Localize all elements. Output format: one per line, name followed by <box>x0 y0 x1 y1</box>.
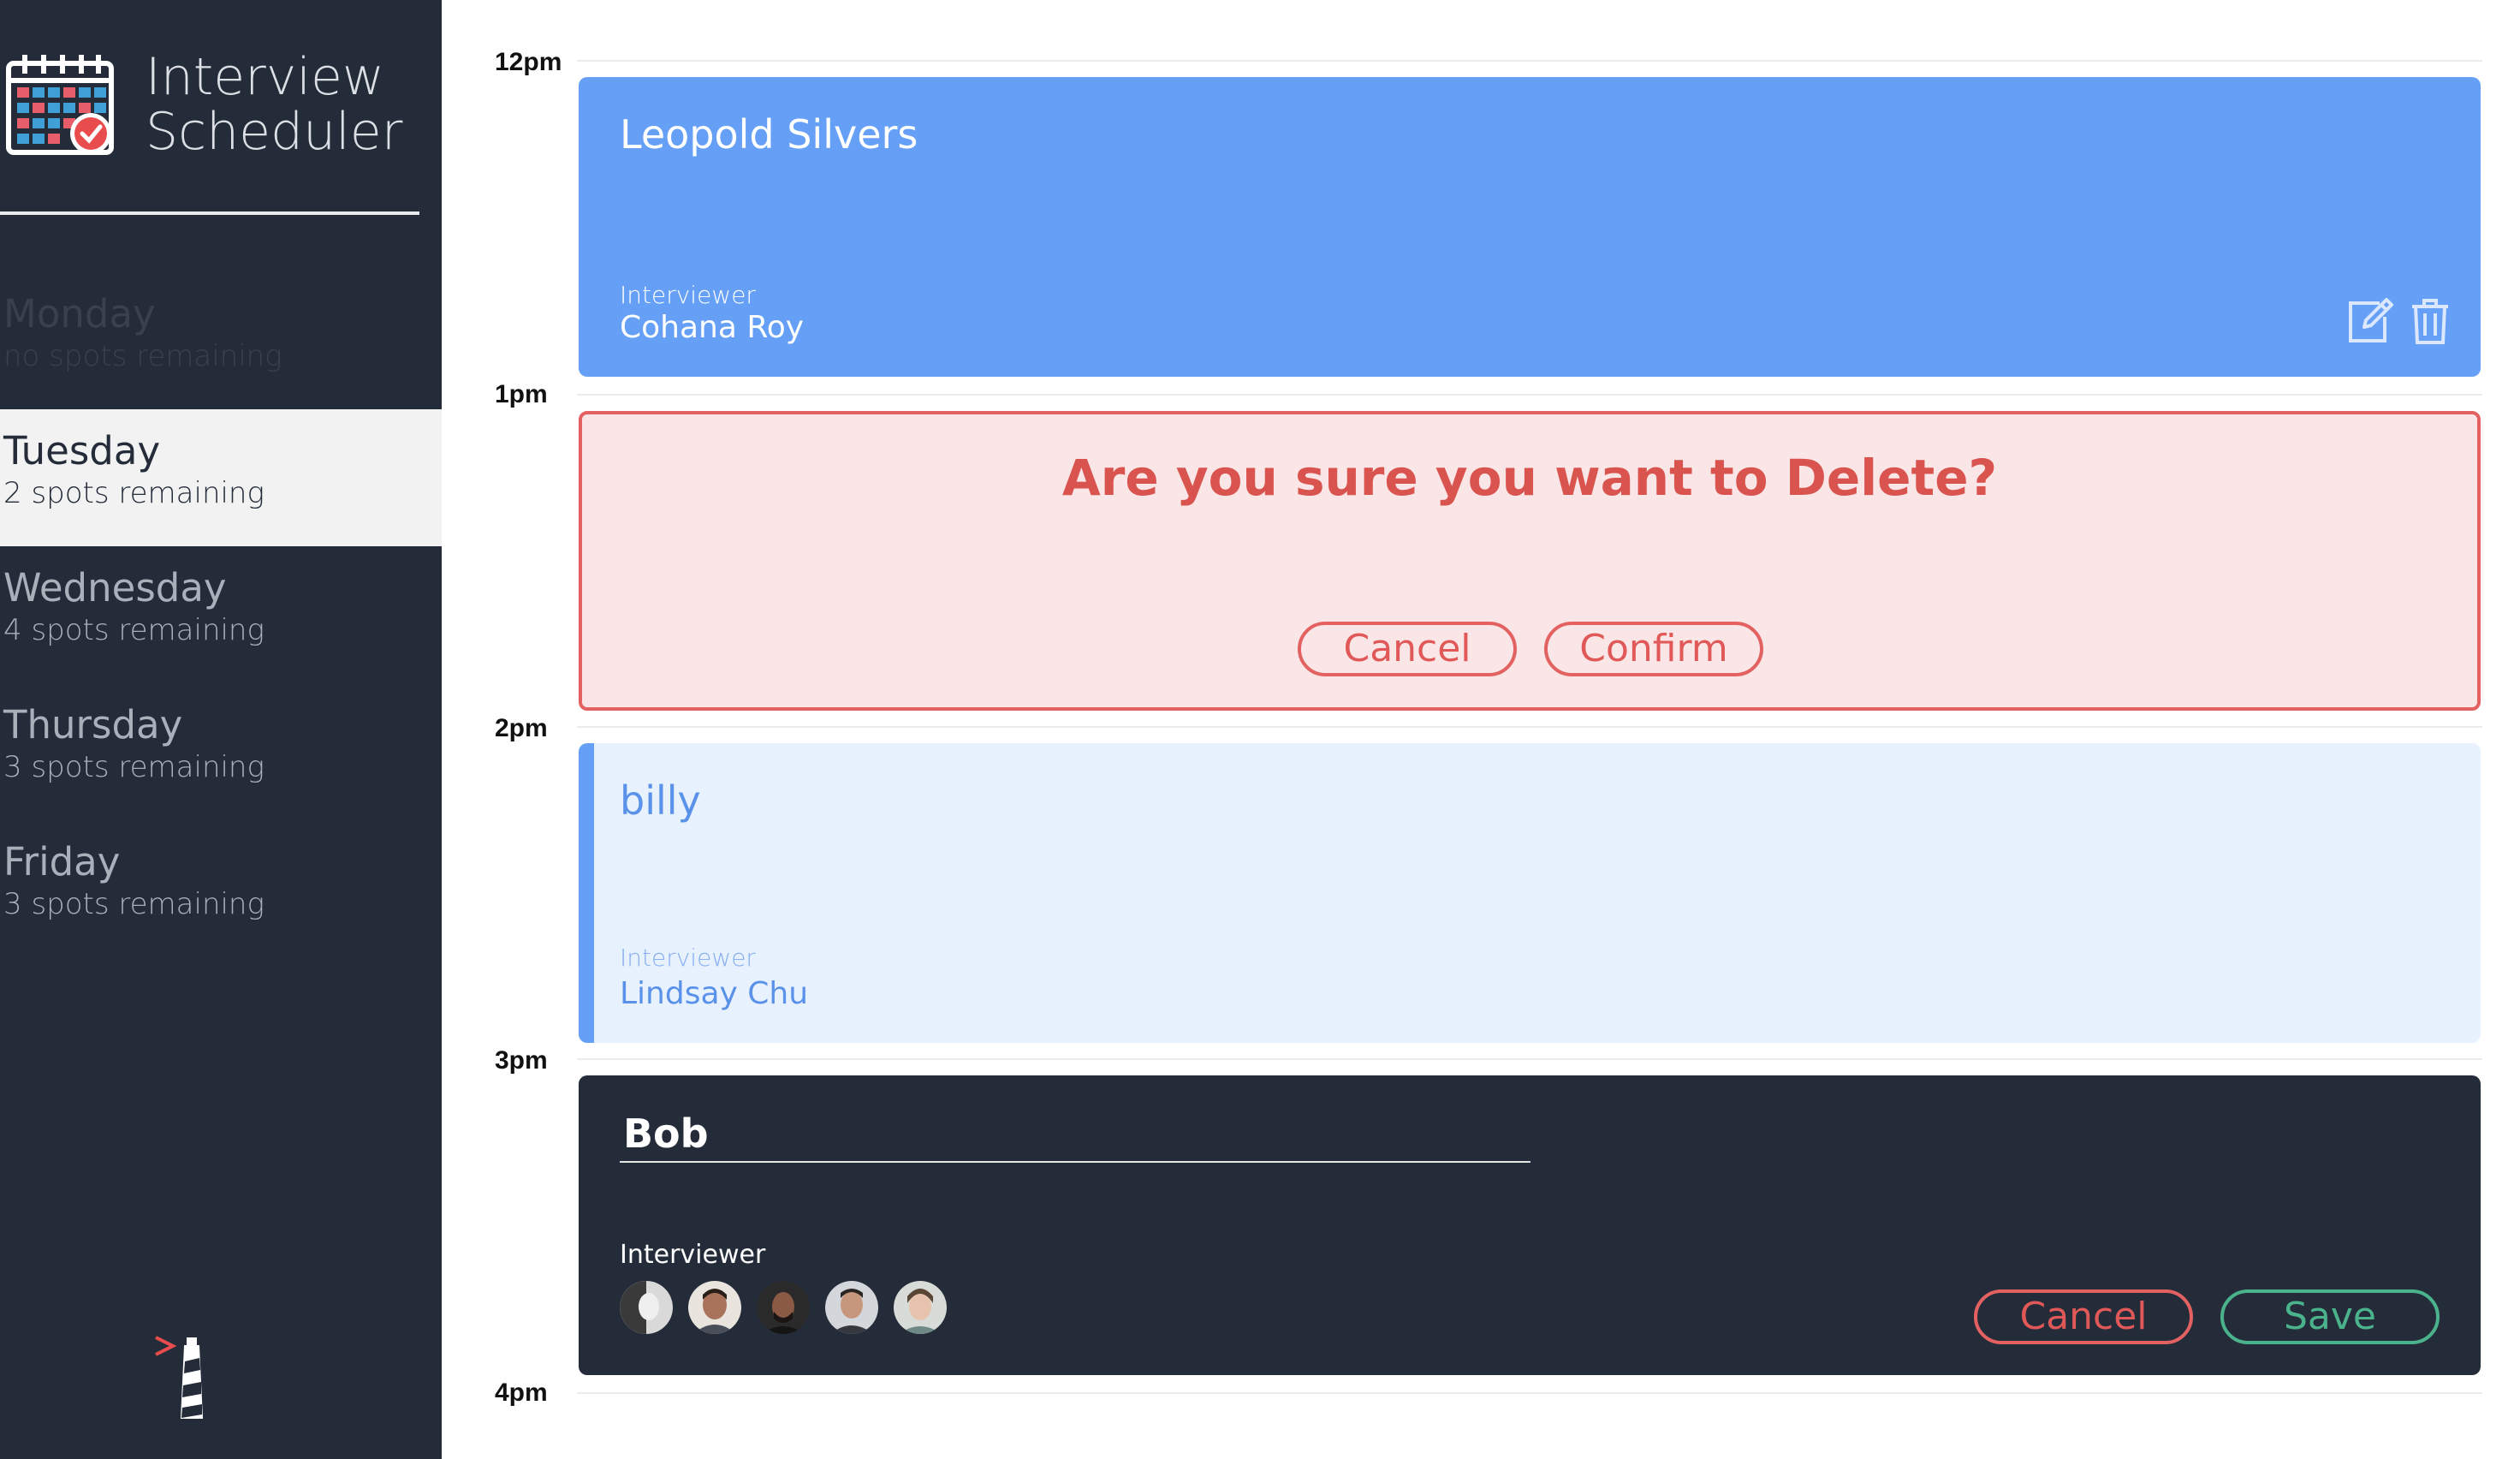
day-spots: 3 spots remaining <box>3 887 264 921</box>
day-name: Tuesday <box>3 428 161 473</box>
day-name: Wednesday <box>3 565 227 610</box>
confirm-message: Are you sure you want to Delete? <box>1061 449 1998 507</box>
student-name: billy <box>620 777 701 824</box>
time-label: 4pm <box>495 1379 548 1407</box>
calendar-icon <box>6 55 114 155</box>
day-item-friday[interactable]: Friday 3 spots remaining <box>0 820 442 957</box>
appointment-form-card: Interviewer Cancel Save <box>579 1075 2481 1375</box>
day-name: Monday <box>3 291 156 336</box>
day-name: Thursday <box>3 702 183 747</box>
day-spots: no spots remaining <box>3 339 282 373</box>
day-item-monday[interactable]: Monday no spots remaining <box>0 272 442 409</box>
app-title-line-1: Interview <box>146 47 384 107</box>
day-spots: 3 spots remaining <box>3 750 264 784</box>
interviewer-name: Lindsay Chu <box>620 976 809 1011</box>
interviewer-label: Interviewer <box>620 944 756 972</box>
interviewer-avatar[interactable] <box>825 1281 878 1334</box>
interviewer-avatar[interactable] <box>620 1281 673 1334</box>
cancel-delete-button[interactable]: Cancel <box>1298 622 1517 676</box>
day-item-thursday[interactable]: Thursday 3 spots remaining <box>0 683 442 820</box>
appointment-card-leopold: Leopold Silvers Interviewer Cohana Roy <box>579 77 2481 377</box>
day-item-wednesday[interactable]: Wednesday 4 spots remaining <box>0 546 442 683</box>
hour-line <box>577 60 2482 62</box>
interviewer-avatar[interactable] <box>757 1281 810 1334</box>
sidebar: Interview Scheduler Monday no spots rema… <box>0 0 442 1459</box>
app-title: Interview Scheduler <box>146 50 402 159</box>
cancel-button[interactable]: Cancel <box>1974 1289 2193 1344</box>
hour-line <box>577 1392 2482 1394</box>
day-spots: 2 spots remaining <box>3 476 264 510</box>
time-label: 2pm <box>495 714 548 742</box>
appointment-card-billy: billy Interviewer Lindsay Chu <box>579 743 2481 1043</box>
save-button[interactable]: Save <box>2220 1289 2440 1344</box>
confirm-delete-button[interactable]: Confirm <box>1544 622 1763 676</box>
hour-line <box>577 394 2482 396</box>
interviewer-avatar[interactable] <box>894 1281 947 1334</box>
interviewer-avatar[interactable] <box>688 1281 741 1334</box>
student-name: Leopold Silvers <box>620 111 918 158</box>
interviewer-label: Interviewer <box>620 1240 766 1270</box>
sidebar-divider <box>0 211 419 215</box>
day-name: Friday <box>3 839 121 884</box>
interviewer-list <box>620 1281 947 1334</box>
student-name-input[interactable] <box>620 1106 1530 1163</box>
interviewer-name: Cohana Roy <box>620 310 805 345</box>
delete-confirmation-card: Are you sure you want to Delete? Cancel … <box>579 411 2481 711</box>
interviewer-label: Interviewer <box>620 281 756 309</box>
day-item-tuesday[interactable]: Tuesday 2 spots remaining <box>0 409 442 546</box>
hour-line <box>577 1058 2482 1060</box>
edit-icon[interactable] <box>2345 296 2395 346</box>
hour-line <box>577 726 2482 728</box>
time-label: 1pm <box>495 380 548 408</box>
app-title-line-2: Scheduler <box>146 102 403 162</box>
day-spots: 4 spots remaining <box>3 613 264 647</box>
lighthouse-icon <box>155 1336 204 1419</box>
time-label: 12pm <box>495 48 562 76</box>
time-label: 3pm <box>495 1046 548 1075</box>
trash-icon[interactable] <box>2405 296 2455 346</box>
